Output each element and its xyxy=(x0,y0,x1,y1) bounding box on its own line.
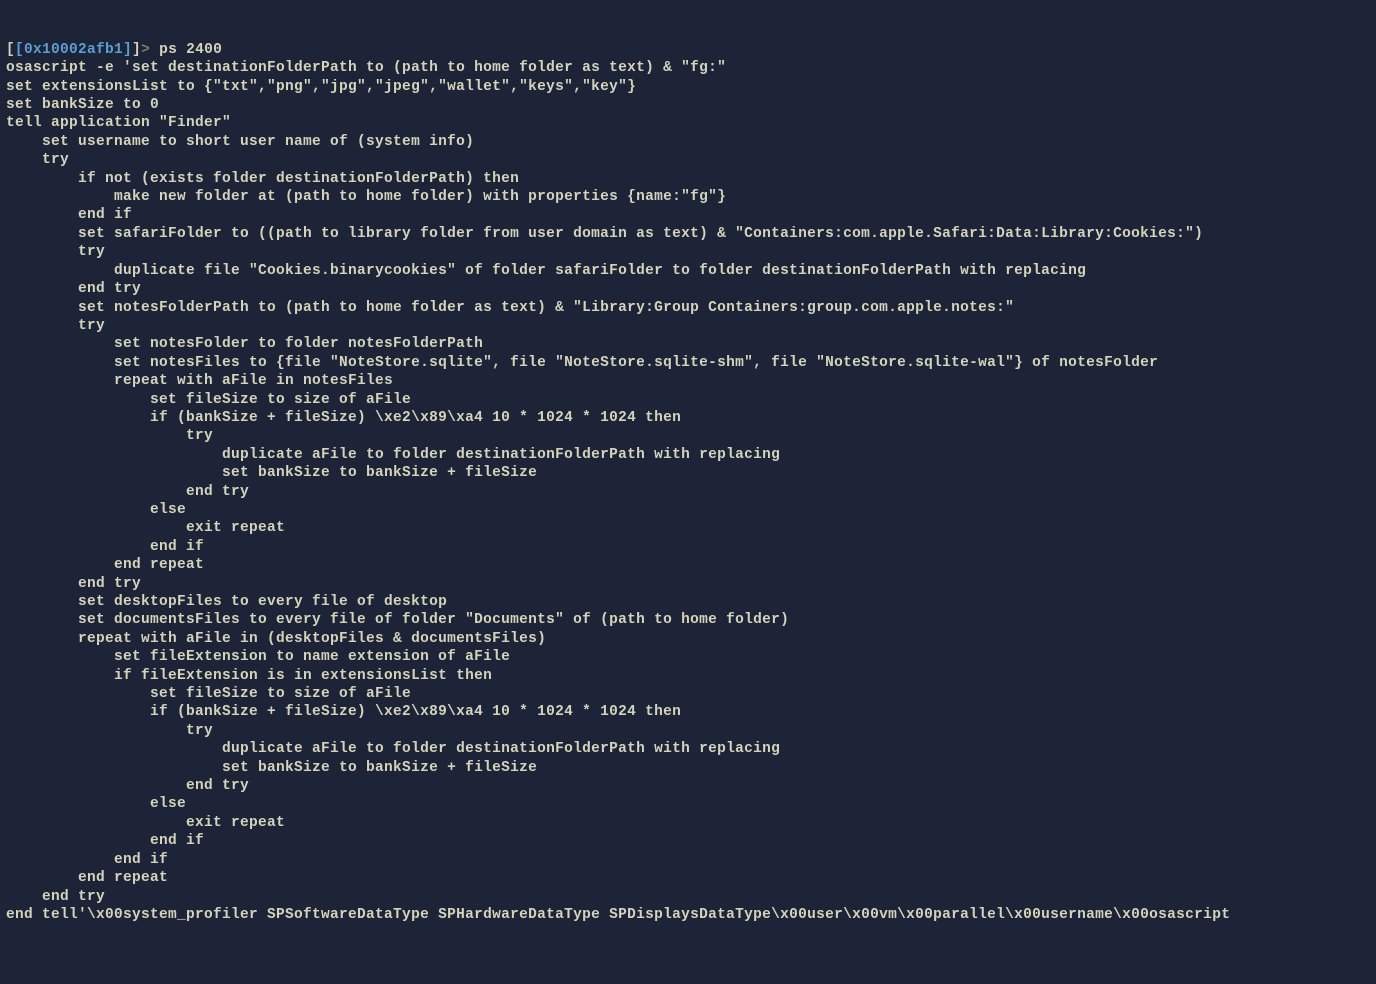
prompt-bracket-open: [ xyxy=(6,42,15,58)
prompt-bracket-close: ] xyxy=(132,42,141,58)
terminal-output: [[0x10002afb1]]> ps 2400 osascript -e 's… xyxy=(6,41,1370,925)
prompt-gt: > xyxy=(141,42,150,58)
code-block: osascript -e 'set destinationFolderPath … xyxy=(6,59,1370,924)
command-text: ps 2400 xyxy=(159,42,222,58)
prompt-address: [0x10002afb1] xyxy=(15,42,132,58)
